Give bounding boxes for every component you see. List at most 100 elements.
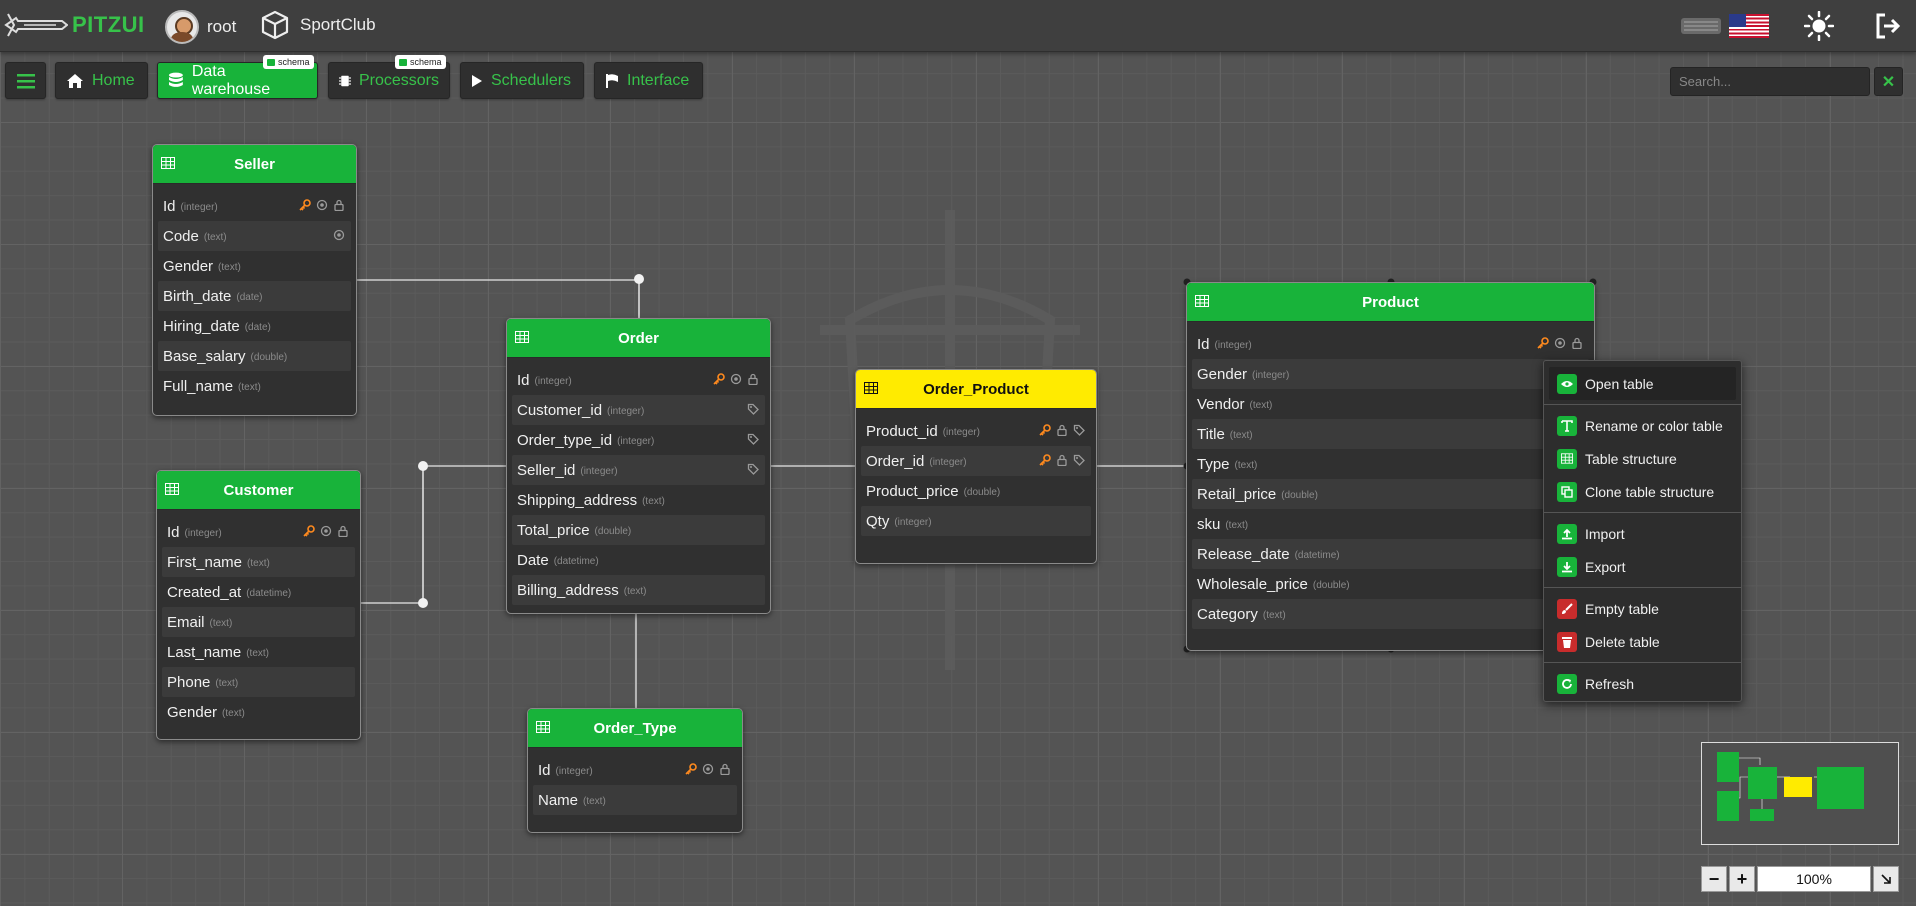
menu-rename-table[interactable]: Rename or color table (1549, 409, 1736, 442)
field-row[interactable]: Id (integer) (533, 755, 737, 785)
menu-delete-table[interactable]: Delete table (1549, 625, 1736, 658)
schema-badge-label: schema (410, 57, 442, 67)
field-row[interactable]: Shipping_address (text) (512, 485, 765, 515)
nav-schedulers-button[interactable]: Schedulers (460, 62, 584, 99)
field-row[interactable]: Date (datetime) (512, 545, 765, 575)
field-row[interactable]: Gender (text) (158, 251, 351, 281)
copy-icon (1557, 481, 1577, 502)
field-row[interactable]: Id (integer) (162, 517, 355, 547)
field-row[interactable]: Id (integer) (158, 191, 351, 221)
field-type: (text) (1234, 460, 1258, 471)
table-grid-icon (1557, 448, 1577, 469)
field-row[interactable]: Name (text) (533, 785, 737, 815)
field-type: (integer) (180, 202, 218, 213)
field-row[interactable]: Id (integer) (1192, 329, 1589, 359)
field-row[interactable]: Wholesale_price (double) (1192, 569, 1589, 599)
table-order-product[interactable]: Order_Product Product_id (integer) Order_i… (855, 369, 1097, 564)
table-header[interactable]: Customer (157, 471, 360, 510)
field-row[interactable]: Type (text) (1192, 449, 1589, 479)
field-row[interactable]: Code (text) (158, 221, 351, 251)
field-row[interactable]: Last_name (text) (162, 637, 355, 667)
field-row[interactable]: Category (text) (1192, 599, 1589, 629)
field-row[interactable]: Billing_address (text) (512, 575, 765, 605)
theme-toggle-sun-icon[interactable] (1804, 10, 1834, 41)
menu-import[interactable]: Import (1549, 517, 1736, 550)
field-row[interactable]: Order_type_id (integer) (512, 425, 765, 455)
field-row[interactable]: Created_at (datetime) (162, 577, 355, 607)
menu-refresh[interactable]: Refresh (1549, 667, 1736, 700)
table-order-type[interactable]: Order_Type Id (integer) Name (text) (527, 708, 743, 833)
menu-clone-table[interactable]: Clone table structure (1549, 475, 1736, 508)
field-row[interactable]: Birth_date (date) (158, 281, 351, 311)
table-header[interactable]: Order_Type (528, 709, 742, 748)
menu-open-table[interactable]: Open table (1549, 367, 1736, 400)
field-row[interactable]: First_name (text) (162, 547, 355, 577)
field-row[interactable]: Full_name (text) (158, 371, 351, 401)
table-header[interactable]: Order_Product (856, 370, 1096, 409)
unique-icon (730, 373, 742, 385)
nav-interface-button[interactable]: Interface (594, 62, 703, 99)
menu-export[interactable]: Export (1549, 550, 1736, 583)
table-order[interactable]: Order Id (integer) Customer_id (integer) Ord… (506, 318, 771, 614)
field-name: Qty (866, 512, 890, 530)
field-row[interactable]: Seller_id (integer) (512, 455, 765, 485)
minimap[interactable] (1701, 742, 1899, 845)
field-type: (text) (642, 496, 665, 507)
trash-icon (1557, 631, 1577, 652)
menu-empty-table[interactable]: Empty table (1549, 592, 1736, 625)
fit-to-screen-button[interactable] (1873, 866, 1899, 892)
field-type: (integer) (617, 436, 655, 447)
zoom-out-button[interactable]: − (1701, 866, 1727, 892)
field-row[interactable]: Retail_price (double) (1192, 479, 1589, 509)
app-name: PITZUI (72, 12, 145, 37)
table-customer[interactable]: Customer Id (integer) First_name (text) Crea… (156, 470, 361, 740)
field-name: Product_price (866, 482, 959, 500)
logout-icon[interactable] (1874, 12, 1902, 40)
field-row[interactable]: Product_price (double) (861, 476, 1091, 506)
field-flags (685, 763, 731, 775)
field-row[interactable]: Title (text) (1192, 419, 1589, 449)
primary-key-icon (713, 373, 725, 385)
field-row[interactable]: Total_price (double) (512, 515, 765, 545)
language-toggle[interactable] (1681, 17, 1721, 34)
badge-icon (399, 58, 407, 66)
field-row[interactable]: Product_id (integer) (861, 416, 1091, 446)
lock-icon (1057, 454, 1067, 466)
field-row[interactable]: Phone (text) (162, 667, 355, 697)
field-row[interactable]: Release_date (datetime) (1192, 539, 1589, 569)
field-name: Id (538, 761, 551, 779)
field-type: (date) (236, 292, 263, 303)
menu-toggle-button[interactable] (5, 62, 46, 99)
table-product[interactable]: Product Id (integer) Gender (integer) Vendor… (1186, 282, 1595, 651)
field-row[interactable]: Order_id (integer) (861, 446, 1091, 476)
clear-search-button[interactable]: ✕ (1874, 67, 1903, 96)
table-header[interactable]: Order (507, 319, 770, 358)
table-title: Order_Type (593, 719, 677, 737)
field-row[interactable]: Customer_id (integer) (512, 395, 765, 425)
field-name: Type (1197, 455, 1230, 473)
zoom-in-button[interactable]: + (1729, 866, 1755, 892)
field-row[interactable]: sku (text) (1192, 509, 1589, 539)
table-header[interactable]: Seller (153, 145, 356, 184)
field-row[interactable]: Gender (text) (162, 697, 355, 727)
field-row[interactable]: Id (integer) (512, 365, 765, 395)
table-seller[interactable]: Seller Id (integer) Code (text) Gender (text)… (152, 144, 357, 416)
field-row[interactable]: Email (text) (162, 607, 355, 637)
field-row[interactable]: Vendor (text) (1192, 389, 1589, 419)
minimap-table-selected (1784, 777, 1812, 797)
menu-table-structure[interactable]: Table structure (1549, 442, 1736, 475)
user-menu[interactable]: root (165, 10, 236, 44)
nav-home-button[interactable]: Home (55, 62, 148, 99)
field-row[interactable]: Gender (integer) (1192, 359, 1589, 389)
us-flag-icon[interactable] (1729, 13, 1769, 38)
table-header[interactable]: Product (1187, 283, 1594, 322)
field-row[interactable]: Qty (integer) (861, 506, 1091, 536)
field-row[interactable]: Base_salary (double) (158, 341, 351, 371)
app-logo[interactable]: PITZUI (4, 7, 145, 43)
user-name: root (207, 17, 237, 36)
field-row[interactable]: Hiring_date (date) (158, 311, 351, 341)
field-type: (text) (247, 558, 270, 569)
field-name: Name (538, 791, 579, 809)
search-input[interactable] (1670, 67, 1870, 96)
project-selector[interactable]: SportClub (260, 10, 376, 40)
